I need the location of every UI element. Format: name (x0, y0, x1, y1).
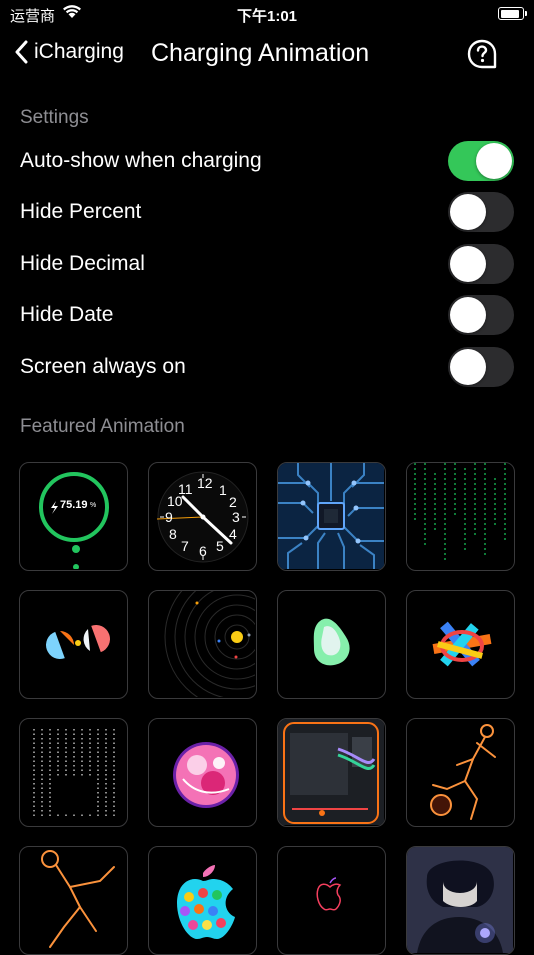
liquid-blob-preview (313, 618, 350, 666)
setting-row-auto-show: Auto-show when charging (20, 139, 514, 183)
clock-numeral: 4 (229, 526, 237, 542)
setting-row-hide-decimal: Hide Decimal (20, 242, 514, 286)
setting-label: Screen always on (20, 355, 186, 378)
clock-numeral: 11 (178, 481, 193, 497)
clock-numeral: 5 (216, 538, 224, 554)
battery-ring-preview (39, 472, 109, 570)
matrix-rain-preview (407, 463, 513, 569)
animation-tile-dot-columns[interactable] (19, 718, 128, 827)
back-button[interactable]: iCharging (14, 40, 124, 64)
back-label: iCharging (34, 40, 124, 63)
half-circles-preview (46, 625, 110, 659)
animation-tile-neon-soccer[interactable] (406, 718, 515, 827)
animation-tile-circuit[interactable] (277, 462, 386, 571)
animation-tile-colorful-apple[interactable] (148, 846, 257, 955)
animation-tile-matrix[interactable] (406, 462, 515, 571)
animation-tile-neon-apple[interactable] (277, 846, 386, 955)
animation-tile-neon-basketball[interactable] (19, 846, 128, 955)
dot-columns-preview (33, 729, 115, 817)
clock-numeral: 12 (197, 475, 213, 491)
clock-numeral: 1 (219, 482, 227, 498)
featured-section-label: Featured Animation (20, 416, 185, 437)
chevron-left-icon (15, 40, 28, 64)
animation-tile-tangled-bands[interactable] (406, 590, 515, 699)
circuit-board-preview (278, 463, 384, 569)
clock-numeral: 3 (232, 509, 240, 525)
animation-tile-clock[interactable]: 12 1 2 3 4 5 6 7 8 9 10 11 (148, 462, 257, 571)
help-bubble-icon (467, 39, 497, 69)
setting-label: Hide Date (20, 303, 114, 326)
battery-percent-sign: % (90, 502, 97, 509)
animation-tile-pink-sphere[interactable] (148, 718, 257, 827)
animation-tile-anime-character[interactable] (406, 846, 515, 955)
status-bar: 运营商 下午1:01 (0, 0, 534, 30)
setting-label: Auto-show when charging (20, 149, 262, 172)
hide-percent-toggle[interactable] (448, 192, 514, 232)
screen-always-on-toggle[interactable] (448, 347, 514, 387)
battery-percent-text: 75.19 (60, 499, 88, 511)
setting-row-hide-date: Hide Date (20, 293, 514, 337)
neon-soccer-player-preview (430, 724, 496, 820)
setting-label: Hide Percent (20, 200, 142, 223)
tangled-bands-preview (432, 621, 492, 667)
pink-sphere-preview (173, 742, 239, 808)
animation-tile-battery-ring[interactable]: 75.19 % (19, 462, 128, 571)
neon-apple-logo-preview (316, 877, 342, 911)
settings-section-label: Settings (20, 107, 89, 128)
animation-tile-solar-system[interactable] (148, 590, 257, 699)
animation-tile-phone-internals[interactable] (277, 718, 386, 827)
navigation-bar: iCharging Charging Animation (0, 34, 534, 74)
battery-icon (498, 7, 527, 20)
anime-character-preview (407, 847, 513, 953)
neon-basketball-player-preview (41, 850, 115, 948)
hide-decimal-toggle[interactable] (448, 244, 514, 284)
colorful-apple-logo-preview (177, 865, 235, 939)
solar-system-preview (164, 591, 256, 698)
clock-numeral: 9 (165, 509, 173, 525)
setting-label: Hide Decimal (20, 252, 145, 275)
clock-numeral: 6 (199, 543, 207, 559)
setting-row-screen-always-on: Screen always on (20, 345, 514, 389)
setting-row-hide-percent: Hide Percent (20, 190, 514, 234)
page-title: Charging Animation (151, 39, 370, 67)
clock-numeral: 8 (169, 526, 177, 542)
animation-tile-liquid-blob[interactable] (277, 590, 386, 699)
clock-numeral: 7 (181, 538, 189, 554)
hide-date-toggle[interactable] (448, 295, 514, 335)
auto-show-toggle[interactable] (448, 141, 514, 181)
clock-time: 下午1:01 (236, 8, 298, 25)
clock-numeral: 2 (229, 494, 237, 510)
animation-tile-half-circles[interactable] (19, 590, 128, 699)
phone-internals-preview (278, 719, 384, 825)
help-button[interactable] (466, 38, 498, 75)
